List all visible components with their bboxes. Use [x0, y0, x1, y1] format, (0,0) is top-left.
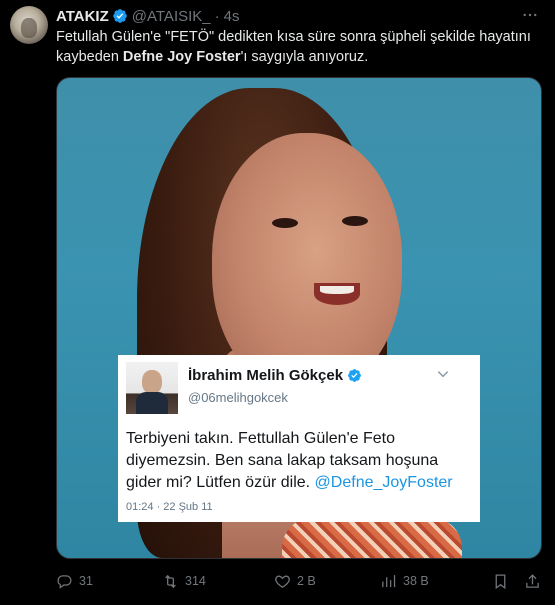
- author-avatar[interactable]: [10, 6, 48, 44]
- embedded-timestamp: 01:24 · 22 Şub 11: [126, 501, 213, 513]
- embedded-author-name-text: İbrahim Melih Gökçek: [188, 367, 344, 384]
- verified-badge-icon: [112, 9, 127, 23]
- embedded-author-name: İbrahim Melih Gökçek: [188, 367, 362, 384]
- like-count: 2 B: [297, 574, 316, 588]
- reply-icon: [57, 574, 72, 589]
- embedded-verified-icon: [348, 369, 361, 382]
- tweet-text-bold: Defne Joy Foster: [122, 49, 241, 65]
- photo-dress: [282, 518, 462, 558]
- views-button[interactable]: 38 B: [380, 569, 429, 593]
- photo-mouth: [314, 283, 360, 305]
- tweet-text: Fetullah Gülen'e "FETÖ" dedikten kısa sü…: [56, 27, 544, 67]
- separator-dot: ·: [214, 7, 220, 25]
- bookmark-button[interactable]: [492, 569, 515, 593]
- embedded-author-handle: @06melihgokcek: [188, 390, 288, 405]
- retweet-count: 314: [185, 574, 206, 588]
- embedded-tweet-text: Terbiyeni takın. Fettullah Gülen'e Feto …: [126, 428, 476, 494]
- views-chart-icon: [382, 574, 396, 587]
- like-button[interactable]: 2 B: [274, 569, 316, 593]
- tweet-media-image[interactable]: İbrahim Melih Gökçek @06melihgokcek Terb…: [56, 77, 542, 559]
- chevron-down-icon: [437, 371, 449, 378]
- share-button[interactable]: [524, 569, 547, 593]
- reply-count: 31: [79, 574, 93, 588]
- reply-button[interactable]: 31: [56, 569, 93, 593]
- photo-eye-right: [342, 216, 368, 226]
- bookmark-icon: [495, 573, 506, 589]
- photo-face: [212, 133, 402, 393]
- action-bar: 31 314 2 B 38 B: [52, 569, 547, 593]
- tweet-text-part2: 'ı saygıyla anıyoruz.: [240, 49, 369, 65]
- retweet-icon: [165, 574, 176, 588]
- embedded-mention: @Defne_JoyFoster: [314, 474, 453, 491]
- tweet-header: ATAKIZ @ATAISIK_ · 4s: [56, 7, 239, 25]
- views-count: 38 B: [403, 574, 429, 588]
- more-icon[interactable]: [521, 6, 539, 24]
- embedded-tweet-screenshot: İbrahim Melih Gökçek @06melihgokcek Terb…: [118, 355, 480, 522]
- retweet-button[interactable]: 314: [162, 569, 206, 593]
- post-time[interactable]: 4s: [224, 8, 240, 25]
- author-name[interactable]: ATAKIZ: [56, 8, 109, 25]
- author-handle[interactable]: @ATAISIK_: [132, 8, 211, 25]
- share-icon: [526, 573, 539, 588]
- photo-eye-left: [272, 218, 298, 228]
- heart-icon: [275, 575, 290, 588]
- embedded-avatar: [126, 362, 178, 414]
